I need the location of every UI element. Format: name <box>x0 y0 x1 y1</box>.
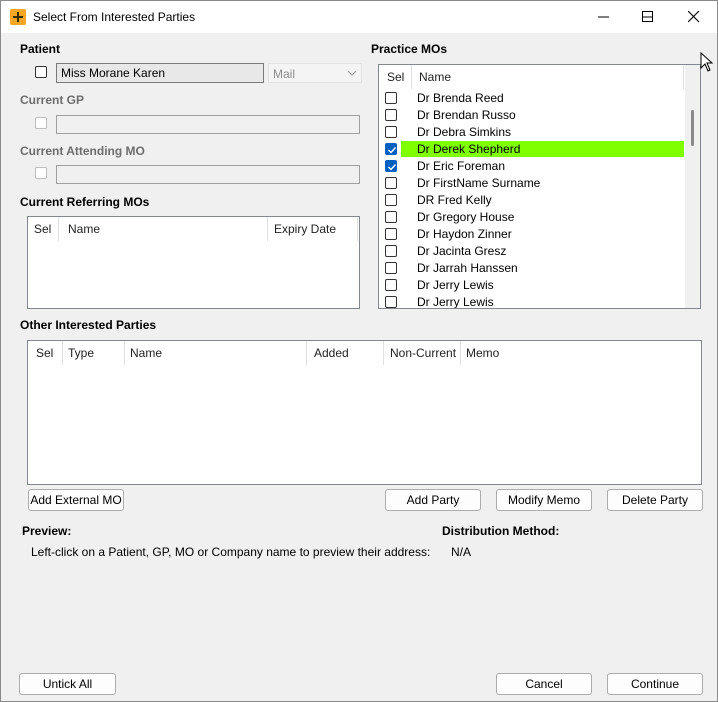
current-gp-checkbox[interactable] <box>35 117 47 129</box>
practice-mos-rows: Dr Brenda Reed Dr Brendan Russo Dr Debra S… <box>379 90 685 308</box>
patient-delivery-select[interactable]: Mail <box>268 63 362 83</box>
other-parties-grid[interactable]: Sel Type Name Added Non-Current Memo <box>27 340 702 485</box>
practice-mo-checkbox[interactable] <box>385 228 397 240</box>
practice-mo-row[interactable]: Dr FirstName Surname <box>379 175 699 192</box>
minimize-glyph-icon <box>598 16 609 18</box>
practice-mo-checkbox[interactable] <box>385 194 397 206</box>
practice-mo-checkbox[interactable] <box>385 92 397 104</box>
practice-mo-row[interactable]: Dr Haydon Zinner <box>379 226 699 243</box>
column-header-added[interactable]: Added <box>308 341 384 365</box>
practice-mo-name[interactable]: Dr Jerry Lewis <box>417 278 494 292</box>
column-header-sel[interactable]: Sel <box>30 341 62 365</box>
preview-text: Left-click on a Patient, GP, MO or Compa… <box>31 545 431 559</box>
practice-mo-name[interactable]: DR Fred Kelly <box>417 193 492 207</box>
current-gp-field <box>56 115 360 134</box>
column-header-non-current[interactable]: Non-Current <box>384 341 460 365</box>
dialog-window: Select From Interested Parties Patient M… <box>0 0 718 702</box>
practice-mo-checkbox[interactable] <box>385 177 397 189</box>
practice-mo-name[interactable]: Dr Brendan Russo <box>417 108 516 122</box>
practice-mo-row[interactable]: Dr Debra Simkins <box>379 124 699 141</box>
modify-memo-button[interactable]: Modify Memo <box>496 489 592 511</box>
practice-mo-checkbox[interactable] <box>385 279 397 291</box>
current-attending-mo-checkbox[interactable] <box>35 167 47 179</box>
add-party-button[interactable]: Add Party <box>385 489 481 511</box>
practice-mo-checkbox[interactable] <box>385 245 397 257</box>
practice-mo-checkbox[interactable] <box>385 143 397 155</box>
add-external-mo-button[interactable]: Add External MO <box>28 489 124 511</box>
other-interested-parties-label: Other Interested Parties <box>20 318 157 332</box>
column-header-memo[interactable]: Memo <box>460 341 700 365</box>
practice-mo-row[interactable]: Dr Brendan Russo <box>379 107 699 124</box>
practice-mo-name[interactable]: Dr Jarrah Hanssen <box>417 261 518 275</box>
column-header-name[interactable]: Name <box>124 341 306 365</box>
delete-party-button[interactable]: Delete Party <box>607 489 703 511</box>
practice-mo-row[interactable]: Dr Gregory House <box>379 209 699 226</box>
patient-checkbox[interactable] <box>35 66 47 78</box>
current-gp-label: Current GP <box>20 93 85 107</box>
practice-mos-grid[interactable]: Sel Name Dr Brenda Reed Dr Brendan Russo D… <box>378 64 701 309</box>
practice-mo-row[interactable]: Dr Jerry Lewis <box>379 277 699 294</box>
column-header-expiry-date[interactable]: Expiry Date <box>268 217 358 241</box>
practice-mo-name[interactable]: Dr Eric Foreman <box>417 159 505 173</box>
practice-mo-checkbox[interactable] <box>385 109 397 121</box>
column-header-name[interactable]: Name <box>413 65 683 89</box>
patient-label: Patient <box>20 42 61 56</box>
current-referring-mos-label: Current Referring MOs <box>20 195 150 209</box>
close-icon <box>688 11 700 23</box>
mouse-cursor-icon <box>700 52 714 72</box>
practice-mo-checkbox[interactable] <box>385 262 397 274</box>
preview-label: Preview: <box>22 524 72 538</box>
column-divider <box>683 65 684 89</box>
practice-mo-name[interactable]: Dr Jerry Lewis <box>417 295 494 308</box>
column-divider <box>306 341 307 365</box>
current-attending-mo-label: Current Attending MO <box>20 144 145 158</box>
practice-mo-row[interactable]: Dr Jacinta Gresz <box>379 243 699 260</box>
maximize-button[interactable] <box>625 1 671 33</box>
delivery-select-value: Mail <box>273 67 296 81</box>
practice-mo-checkbox[interactable] <box>385 211 397 223</box>
cancel-button[interactable]: Cancel <box>496 673 592 695</box>
column-header-type[interactable]: Type <box>62 341 122 365</box>
column-header-sel[interactable]: Sel <box>28 217 58 241</box>
practice-mo-name[interactable]: Dr Haydon Zinner <box>417 227 512 241</box>
practice-mo-name[interactable]: Dr Debra Simkins <box>417 125 511 139</box>
continue-button[interactable]: Continue <box>607 673 703 695</box>
practice-mos-label: Practice MOs <box>371 42 448 56</box>
scrollbar-thumb[interactable] <box>691 110 694 146</box>
practice-mo-row[interactable]: Dr Derek Shepherd <box>379 141 699 158</box>
practice-mo-checkbox[interactable] <box>385 160 397 172</box>
column-divider <box>357 217 358 241</box>
current-attending-mo-field <box>56 165 360 184</box>
practice-mo-row[interactable]: DR Fred Kelly <box>379 192 699 209</box>
distribution-method-label: Distribution Method: <box>442 524 560 538</box>
practice-mo-row[interactable]: Dr Jarrah Hanssen <box>379 260 699 277</box>
patient-name-field: Miss Morane Karen <box>56 63 264 83</box>
practice-mo-row[interactable]: Dr Jerry Lewis <box>379 294 699 308</box>
practice-mo-row[interactable]: Dr Brenda Reed <box>379 90 699 107</box>
practice-mo-name[interactable]: Dr Brenda Reed <box>417 91 504 105</box>
close-button[interactable] <box>671 1 717 33</box>
column-divider <box>411 65 412 89</box>
vertical-scrollbar[interactable] <box>685 65 700 308</box>
practice-mo-name[interactable]: Dr FirstName Surname <box>417 176 540 190</box>
app-plus-icon <box>10 9 26 25</box>
minimize-btn[interactable] <box>581 1 627 33</box>
maximize-icon <box>642 11 653 22</box>
referring-mos-grid[interactable]: Sel Name Expiry Date <box>27 216 360 309</box>
column-header-sel[interactable]: Sel <box>381 65 411 89</box>
practice-mo-name[interactable]: Dr Gregory House <box>417 210 514 224</box>
distribution-method-value: N/A <box>451 545 472 559</box>
practice-mo-row[interactable]: Dr Eric Foreman <box>379 158 699 175</box>
chevron-down-icon <box>347 70 357 76</box>
practice-mo-name[interactable]: Dr Derek Shepherd <box>417 142 520 156</box>
practice-mo-checkbox[interactable] <box>385 296 397 308</box>
column-header-name[interactable]: Name <box>62 217 267 241</box>
window-title: Select From Interested Parties <box>33 10 196 24</box>
practice-mo-checkbox[interactable] <box>385 126 397 138</box>
practice-mo-name[interactable]: Dr Jacinta Gresz <box>417 244 506 258</box>
checkmark-icon <box>388 164 397 171</box>
column-divider <box>58 217 59 241</box>
untick-all-button[interactable]: Untick All <box>19 673 116 695</box>
checkmark-icon <box>388 147 397 154</box>
